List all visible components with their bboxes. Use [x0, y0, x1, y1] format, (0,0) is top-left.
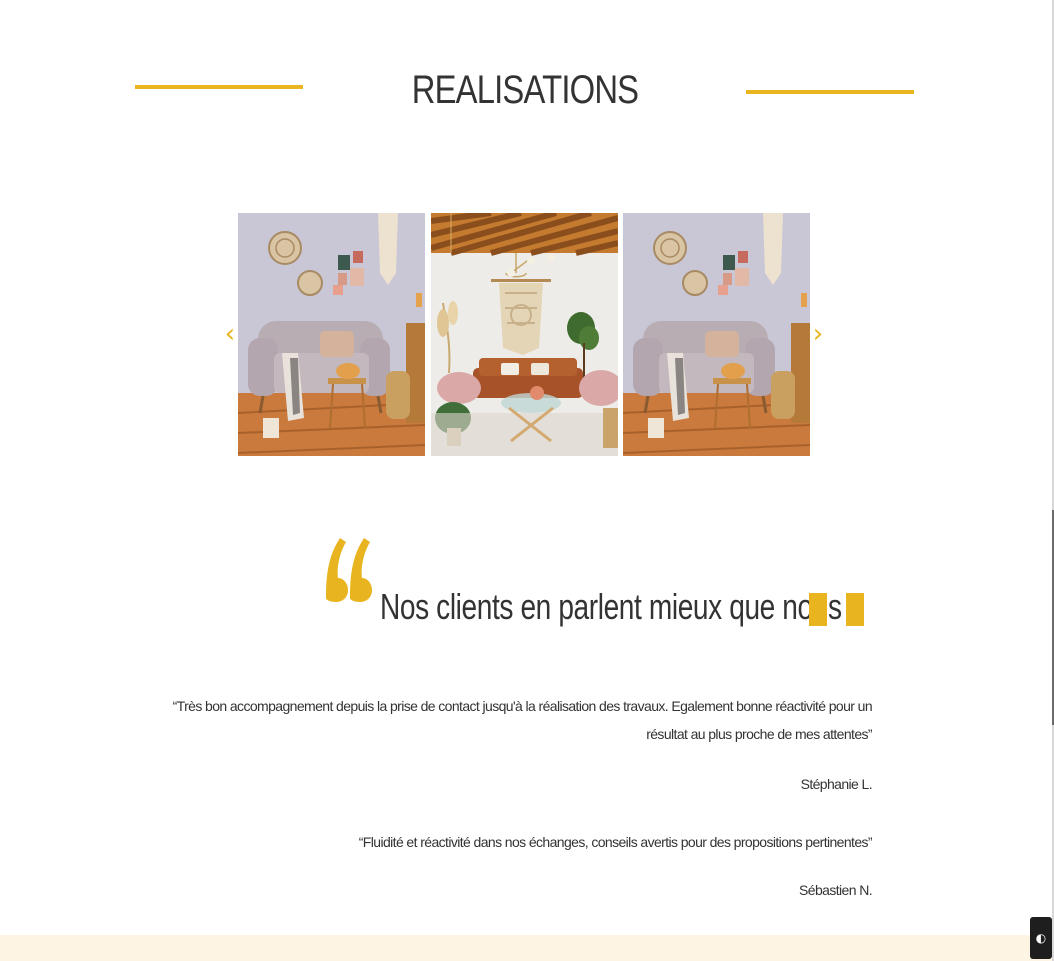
testimonial-nav-bullet-2[interactable] [846, 593, 864, 626]
quote-mark-icon [326, 538, 372, 602]
living-room-photo-icon [431, 213, 618, 456]
title-rule-right [746, 90, 914, 94]
chevron-left-icon[interactable]: ‹ [222, 319, 238, 349]
testimonial-quote: “Très bon accompagnement depuis la prise… [172, 698, 873, 742]
testimonial-author: Sébastien N. [799, 882, 873, 898]
footer-strip [0, 935, 1054, 961]
testimonial-nav-bullet-1[interactable] [809, 593, 827, 626]
section-title: REALISATIONS [411, 68, 639, 112]
testimonials-title: Nos clients en parlent mieux que nous ! [380, 586, 857, 627]
living-room-photo-icon [238, 213, 425, 456]
carousel-slide[interactable] [238, 213, 425, 456]
title-rule-left [135, 85, 303, 89]
carousel-slide[interactable] [431, 213, 618, 456]
testimonial-quote: “Fluidité et réactivité dans nos échange… [358, 834, 873, 850]
realisations-carousel: ‹ › [218, 213, 830, 456]
chat-widget-icon[interactable]: ◐ [1030, 917, 1052, 959]
testimonial-author: Stéphanie L. [800, 776, 873, 792]
chevron-right-icon[interactable]: › [810, 319, 826, 349]
living-room-photo-icon [623, 213, 810, 456]
carousel-slide[interactable] [623, 213, 810, 456]
